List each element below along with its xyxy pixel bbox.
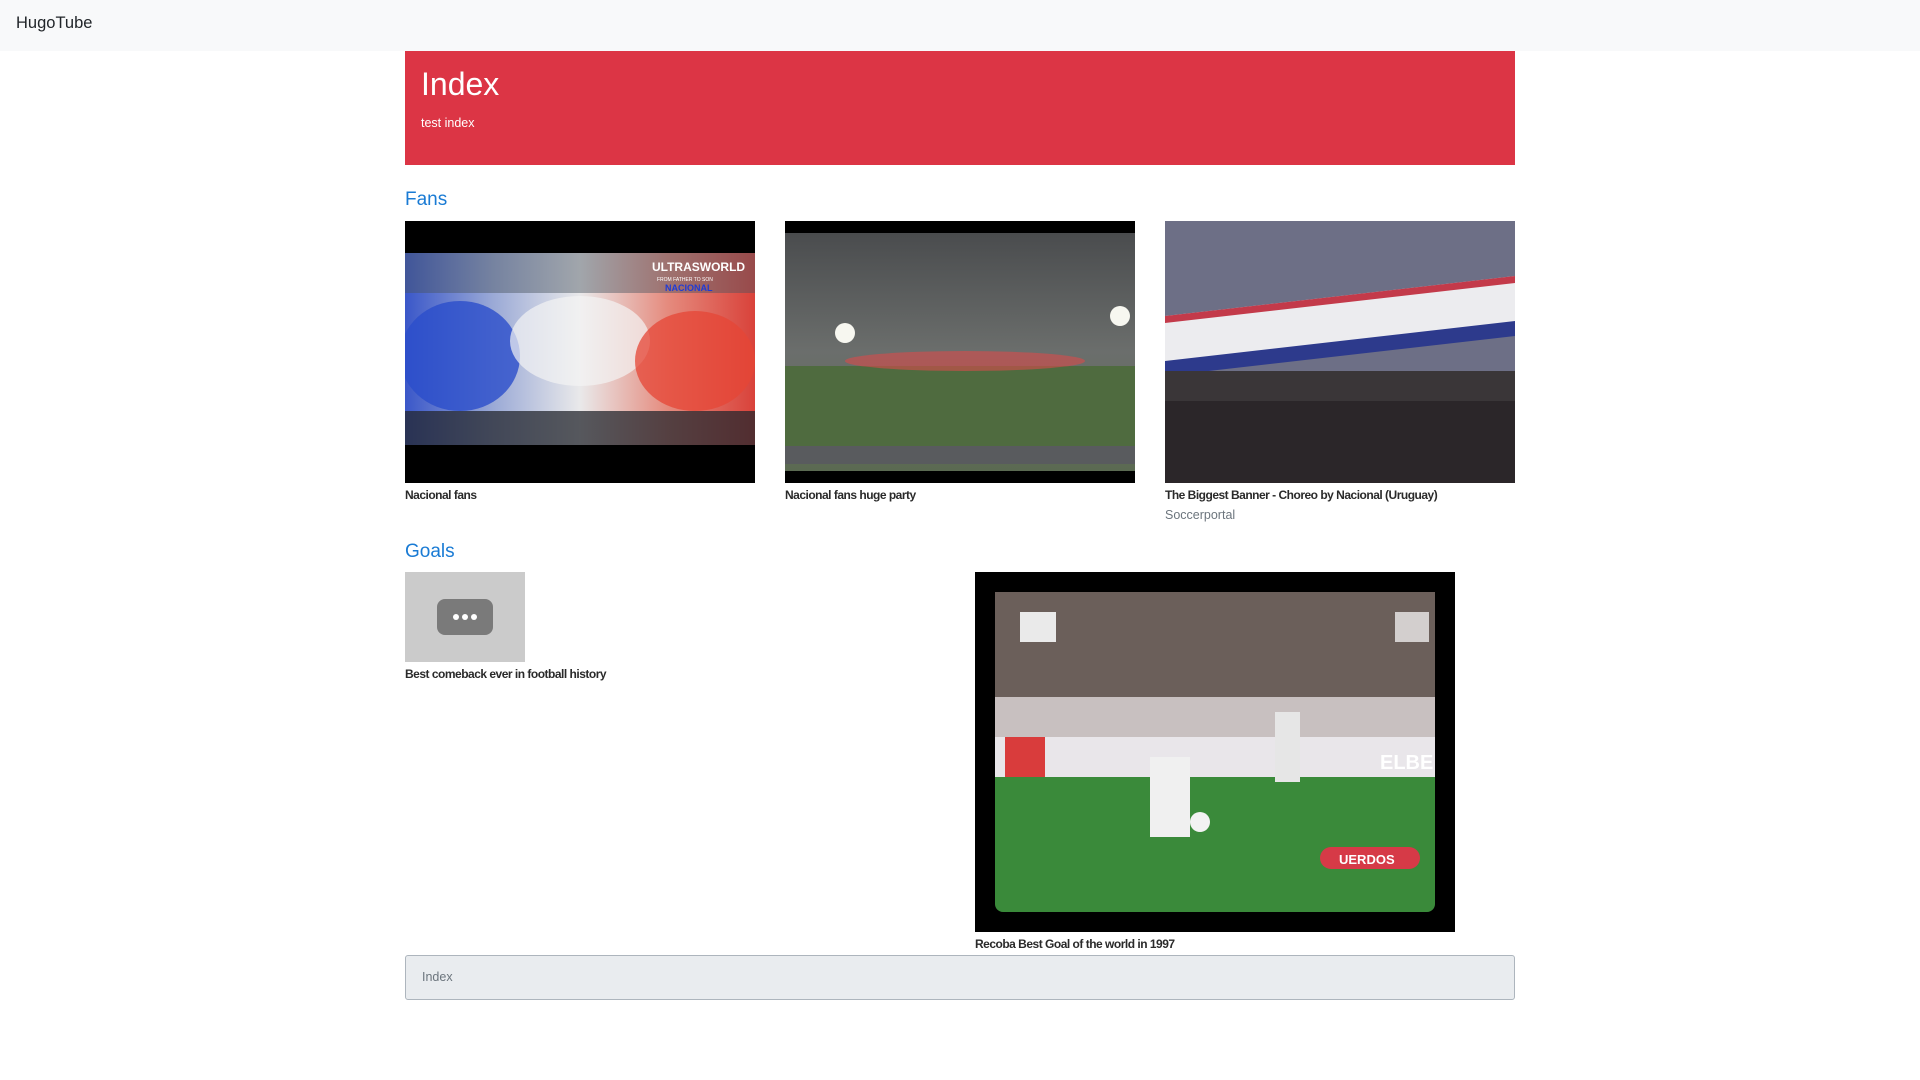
video-thumbnail[interactable]: ELBE UERDOS xyxy=(975,572,1455,932)
video-title[interactable]: Best comeback ever in football history xyxy=(405,667,645,681)
video-thumbnail[interactable] xyxy=(785,221,1135,483)
section-title-goals[interactable]: Goals xyxy=(405,541,455,563)
page-title: Index xyxy=(421,66,500,102)
overlay-text: ELBE xyxy=(1380,752,1433,774)
overlay-text: ULTRASWORLD xyxy=(652,260,745,274)
overlay-text: NACIONAL xyxy=(665,283,713,293)
video-card: The Biggest Banner - Choreo by Nacional … xyxy=(1165,221,1515,522)
page-subtitle: test index xyxy=(421,116,475,130)
placeholder-icon xyxy=(405,572,525,662)
thumbnail-stadium-party xyxy=(785,221,1135,483)
thumbnail-fans-smoke: ULTRASWORLD FROM FATHER TO SON NACIONAL xyxy=(405,221,755,483)
overlay-text: UERDOS xyxy=(1339,852,1395,867)
video-card: ULTRASWORLD FROM FATHER TO SON NACIONAL … xyxy=(405,221,755,502)
video-thumbnail[interactable] xyxy=(1165,221,1515,483)
section-title-fans[interactable]: Fans xyxy=(405,189,447,211)
video-title[interactable]: Recoba Best Goal of the world in 1997 xyxy=(975,937,1455,951)
video-card: Nacional fans huge party xyxy=(785,221,1135,502)
brand-link[interactable]: HugoTube xyxy=(16,14,92,33)
thumbnail-goal: ELBE UERDOS xyxy=(975,572,1455,932)
channel-name: Soccerportal xyxy=(1165,508,1236,522)
page-header: Index test index xyxy=(405,51,1515,165)
video-title[interactable]: The Biggest Banner - Choreo by Nacional … xyxy=(1165,488,1515,502)
video-card: Best comeback ever in football history xyxy=(405,572,645,681)
video-card: ELBE UERDOS Recoba Best Goal of the worl… xyxy=(975,572,1455,951)
thumbnail-banner xyxy=(1165,221,1515,483)
footer-bar: Index xyxy=(405,955,1515,1000)
video-thumbnail[interactable] xyxy=(405,572,525,662)
video-title[interactable]: Nacional fans xyxy=(405,488,755,502)
video-title[interactable]: Nacional fans huge party xyxy=(785,488,1135,502)
top-navbar: HugoTube xyxy=(0,0,1920,51)
video-thumbnail[interactable]: ULTRASWORLD FROM FATHER TO SON NACIONAL xyxy=(405,221,755,483)
footer-index-link[interactable]: Index xyxy=(422,970,453,984)
